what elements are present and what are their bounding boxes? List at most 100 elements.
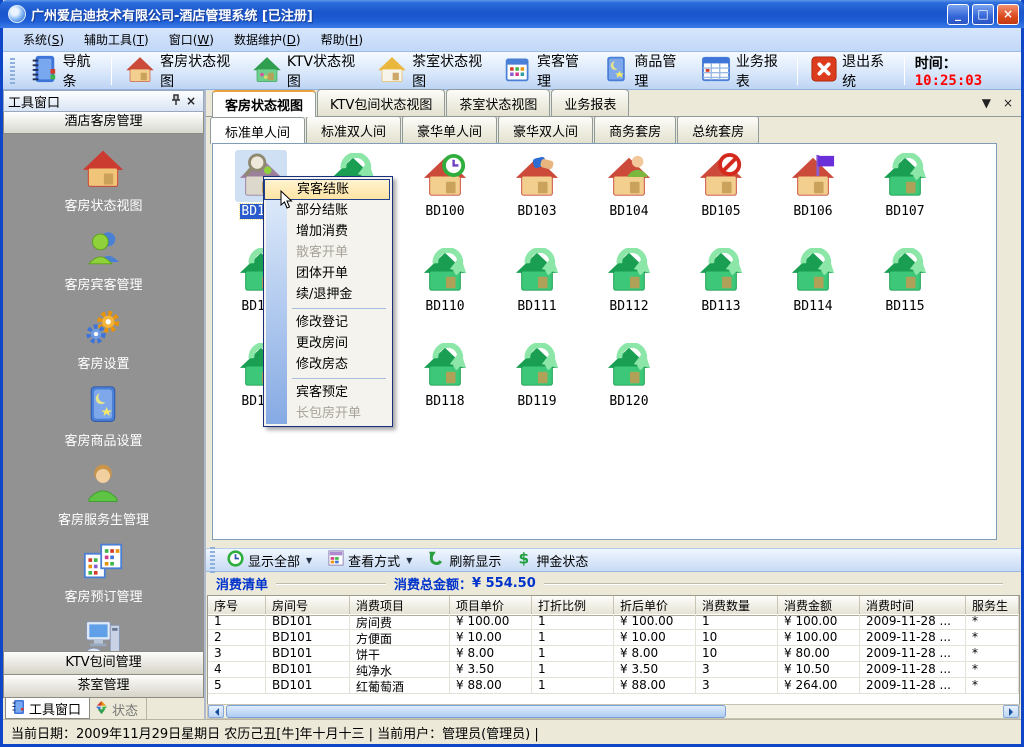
sidebar-close-icon[interactable]: × — [183, 94, 199, 108]
toolwin-icon — [10, 699, 26, 719]
table-cell: 2009-11-28 ... — [860, 646, 966, 662]
room-type-tab-标准单人间[interactable]: 标准单人间 — [210, 117, 305, 144]
room-type-tab-总统套房[interactable]: 总统套房 — [677, 116, 759, 143]
sidebar-footer-tab-工具窗口[interactable]: 工具窗口 — [5, 698, 90, 719]
tab-KTV包间状态视图[interactable]: KTV包间状态视图 — [317, 89, 445, 116]
sidebar-item-客房设置[interactable]: 客房设置 — [77, 306, 129, 372]
table-horizontal-scrollbar[interactable] — [207, 704, 1020, 719]
scroll-right-icon[interactable] — [1003, 705, 1019, 718]
toolbar-button-label: KTV状态视图 — [287, 51, 359, 91]
tab-list-dropdown-icon[interactable]: ▼ — [982, 96, 991, 110]
room-type-tab-豪华双人间[interactable]: 豪华双人间 — [498, 116, 593, 143]
dropdown-arrow-icon[interactable]: ▼ — [306, 556, 312, 565]
room-type-tab-标准双人间[interactable]: 标准双人间 — [306, 116, 401, 143]
column-header-序号[interactable]: 序号 — [208, 596, 266, 616]
sidebar-item-客房服务生管理[interactable]: 客房服务生管理 — [58, 462, 149, 528]
sidebar-footer-tab-状态[interactable]: 状态 — [90, 698, 147, 719]
tab-close-icon[interactable]: × — [1003, 96, 1013, 110]
context-menu-item-团体开单[interactable]: 团体开单 — [264, 263, 390, 284]
room-BD112[interactable]: BD112 — [583, 245, 675, 340]
context-menu-item-修改房态[interactable]: 修改房态 — [264, 354, 390, 375]
toolbar-button-茶室状态视图[interactable]: 茶室状态视图 — [368, 49, 495, 93]
column-header-消费金额[interactable]: 消费金额 — [778, 596, 860, 616]
room-BD105[interactable]: BD105 — [675, 150, 767, 245]
room-BD100[interactable]: BD100 — [399, 150, 491, 245]
table-row[interactable]: 5BD101红葡萄酒¥ 88.001¥ 88.003¥ 264.002009-1… — [208, 678, 1019, 694]
sidebar-item-label: 客房预订管理 — [64, 586, 142, 605]
sidebar-title-bar: 工具窗口 × — [3, 90, 204, 112]
toolbar-button-KTV状态视图[interactable]: KTV状态视图 — [243, 49, 368, 93]
room-BD110[interactable]: BD110 — [399, 245, 491, 340]
sidebar-section-header[interactable]: 酒店客房管理 — [3, 112, 204, 134]
room-BD113[interactable]: BD113 — [675, 245, 767, 340]
room-BD114[interactable]: BD114 — [767, 245, 859, 340]
table-cell: BD101 — [266, 662, 350, 678]
room-label: BD114 — [793, 299, 832, 314]
sidebar-item-客房状态视图[interactable]: 客房状态视图 — [64, 146, 142, 214]
sidebar-item-客房预订管理[interactable]: 客房预订管理 — [64, 541, 142, 605]
toolbar-button-退出系统[interactable]: 退出系统 — [802, 49, 900, 93]
room-BD107[interactable]: BD107 — [859, 150, 951, 245]
maximize-button[interactable]: □ — [972, 4, 994, 25]
view-toolbar-button-刷新显示[interactable]: 刷新显示 — [420, 550, 509, 571]
room-BD103[interactable]: BD103 — [491, 150, 583, 245]
column-header-消费数量[interactable]: 消费数量 — [696, 596, 778, 616]
table-cell: ¥ 100.00 — [778, 614, 860, 630]
sidebar-group-茶室管理[interactable]: 茶室管理 — [3, 674, 204, 697]
view-toolbar: 显示全部▼查看方式▼刷新显示$押金状态 — [206, 548, 1021, 572]
room-BD120[interactable]: BD120 — [583, 340, 675, 435]
dropdown-arrow-icon[interactable]: ▼ — [406, 556, 412, 565]
column-header-消费项目[interactable]: 消费项目 — [350, 596, 450, 616]
toolbar-button-商品管理[interactable]: 商品管理 — [594, 49, 692, 93]
table-cell: ¥ 10.50 — [778, 662, 860, 678]
view-toolbar-button-押金状态[interactable]: $押金状态 — [509, 550, 596, 571]
toolbar-button-宾客管理[interactable]: 宾客管理 — [495, 49, 594, 93]
view-toolbar-button-查看方式[interactable]: 查看方式▼ — [320, 550, 420, 570]
sidebar-group-KTV包间管理[interactable]: KTV包间管理 — [3, 651, 204, 674]
tab-茶室状态视图[interactable]: 茶室状态视图 — [446, 89, 550, 116]
context-menu-item-更改房间[interactable]: 更改房间 — [264, 333, 390, 354]
tool-window-sidebar: 工具窗口 × 酒店客房管理 客房状态视图客房宾客管理客房设置客房商品设置客房服务… — [3, 90, 206, 719]
table-row[interactable]: 2BD101方便面¥ 10.001¥ 10.0010¥ 100.002009-1… — [208, 630, 1019, 646]
sidebar-item-客房宾客管理[interactable]: 客房宾客管理 — [64, 227, 142, 293]
room-BD111[interactable]: BD111 — [491, 245, 583, 340]
context-menu-item-修改登记[interactable]: 修改登记 — [264, 312, 390, 333]
pin-icon[interactable] — [167, 94, 183, 109]
close-button[interactable]: × — [997, 4, 1019, 25]
room-BD115[interactable]: BD115 — [859, 245, 951, 340]
table-row[interactable]: 1BD101房间费¥ 100.001¥ 100.001¥ 100.002009-… — [208, 614, 1019, 630]
context-menu-item-增加消费[interactable]: 增加消费 — [264, 221, 390, 242]
sidebar-item-客房其他款项登记[interactable]: 客房其他款项登记 — [51, 618, 155, 651]
scrollbar-thumb[interactable] — [226, 705, 726, 718]
column-header-服务生[interactable]: 服务生 — [966, 596, 1019, 616]
room-house-icon-disabled — [695, 150, 747, 202]
main-toolbar: 导航条 客房状态视图 KTV状态视图 茶室状态视图宾客管理商品管理业务报表退出系… — [3, 52, 1021, 90]
table-row[interactable]: 3BD101饼干¥ 8.001¥ 8.0010¥ 80.002009-11-28… — [208, 646, 1019, 662]
consumption-table: 序号房间号消费项目项目单价打折比例折后单价消费数量消费金额消费时间服务生 1BD… — [207, 595, 1020, 694]
toolbar-button-业务报表[interactable]: 业务报表 — [692, 49, 793, 93]
table-row[interactable]: 4BD101纯净水¥ 3.501¥ 3.503¥ 10.502009-11-28… — [208, 662, 1019, 678]
minimize-button[interactable]: _ — [947, 4, 969, 25]
sidebar-item-客房商品设置[interactable]: 客房商品设置 — [64, 385, 142, 449]
context-menu-item-宾客预定[interactable]: 宾客预定 — [264, 382, 390, 403]
room-BD119[interactable]: BD119 — [491, 340, 583, 435]
column-header-消费时间[interactable]: 消费时间 — [860, 596, 966, 616]
column-header-项目单价[interactable]: 项目单价 — [450, 596, 532, 616]
tab-业务报表[interactable]: 业务报表 — [551, 89, 629, 116]
tab-客房状态视图[interactable]: 客房状态视图 — [212, 90, 316, 117]
room-type-tab-商务套房[interactable]: 商务套房 — [594, 116, 676, 143]
scroll-left-icon[interactable] — [208, 705, 224, 718]
room-BD104[interactable]: BD104 — [583, 150, 675, 245]
toolbar-button-导航条[interactable]: 导航条 — [19, 49, 107, 93]
room-BD118[interactable]: BD118 — [399, 340, 491, 435]
view-toolbar-button-显示全部[interactable]: 显示全部▼ — [219, 550, 320, 571]
context-menu-item-续/退押金[interactable]: 续/退押金 — [264, 284, 390, 305]
column-header-折后单价[interactable]: 折后单价 — [614, 596, 696, 616]
column-header-打折比例[interactable]: 打折比例 — [532, 596, 614, 616]
table-cell: ¥ 3.50 — [614, 662, 696, 678]
column-header-房间号[interactable]: 房间号 — [266, 596, 350, 616]
room-BD106[interactable]: BD106 — [767, 150, 859, 245]
room-label: BD119 — [517, 394, 556, 409]
room-type-tab-豪华单人间[interactable]: 豪华单人间 — [402, 116, 497, 143]
toolbar-button-客房状态视图[interactable]: 客房状态视图 — [116, 49, 243, 93]
